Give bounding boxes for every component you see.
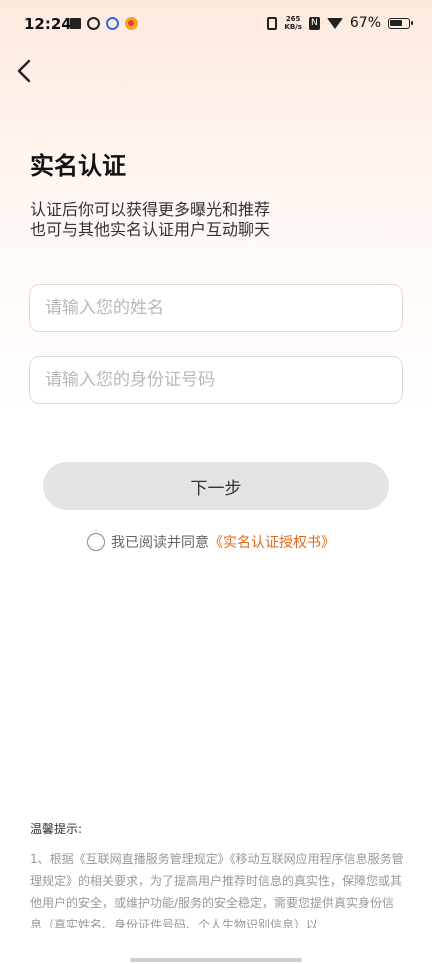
system-icons: 265 KB/s N 67% bbox=[267, 15, 413, 31]
agreement-checkbox[interactable] bbox=[87, 533, 105, 551]
agreement-row: 我已阅读并同意 《实名认证授权书》 bbox=[87, 532, 335, 552]
weibo-icon bbox=[125, 17, 138, 30]
network-speed-unit: KB/s bbox=[284, 23, 302, 31]
subtitle-line-1: 认证后你可以获得更多曝光和推荐 bbox=[30, 200, 271, 219]
tips-title: 温馨提示: bbox=[30, 822, 83, 836]
battery-percent: 67% bbox=[349, 15, 381, 31]
authorization-link[interactable]: 《实名认证授权书》 bbox=[209, 532, 335, 552]
nfc-icon: N bbox=[308, 16, 320, 30]
vibrate-icon bbox=[267, 16, 278, 30]
notification-icons bbox=[70, 17, 138, 30]
notification-blue-app-icon bbox=[106, 17, 119, 30]
page-subtitle: 认证后你可以获得更多曝光和推荐 也可与其他实名认证用户互动聊天 bbox=[30, 200, 270, 240]
chevron-left-icon bbox=[17, 59, 31, 83]
name-input[interactable] bbox=[29, 284, 403, 332]
status-time: 12:24 bbox=[24, 15, 72, 33]
battery-icon bbox=[388, 17, 413, 29]
wifi-icon bbox=[326, 17, 343, 29]
network-speed-value: 265 bbox=[285, 15, 301, 23]
tips-body: 1、根据《互联网直播服务管理规定》《移动互联网应用程序信息服务管理规定》的相关要… bbox=[30, 852, 404, 928]
notification-square-icon bbox=[70, 18, 81, 29]
page-title: 实名认证 bbox=[30, 152, 126, 180]
subtitle-line-2: 也可与其他实名认证用户互动聊天 bbox=[30, 220, 271, 239]
agreement-text: 我已阅读并同意 bbox=[111, 535, 209, 551]
home-indicator[interactable] bbox=[130, 958, 302, 962]
status-bar: 12:24 265 KB/s N 67% bbox=[0, 0, 432, 50]
notification-app-icon bbox=[87, 17, 100, 30]
back-button[interactable] bbox=[10, 56, 40, 86]
next-step-button[interactable]: 下一步 bbox=[43, 462, 389, 510]
id-number-input[interactable] bbox=[29, 356, 403, 404]
network-speed: 265 KB/s bbox=[284, 15, 301, 31]
